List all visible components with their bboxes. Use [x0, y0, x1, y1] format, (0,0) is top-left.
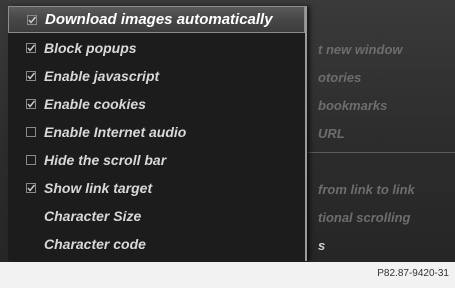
checkbox-checked-icon: [24, 98, 38, 109]
checkbox-checked-icon: [25, 14, 39, 25]
menu-item-label: Hide the scroll bar: [44, 151, 167, 168]
checkbox-checked-icon: [24, 42, 38, 53]
figure-caption: P82.87-9420-31: [377, 268, 449, 279]
menu-item-label: Download images automatically: [45, 11, 273, 28]
menu-item[interactable]: Block popups: [8, 34, 305, 61]
background-menu-item: s: [318, 238, 326, 253]
checkbox-unchecked-icon: [24, 126, 38, 137]
menu-item[interactable]: Show link target: [8, 174, 305, 201]
browser-options-menu: Download images automatically Block popup…: [8, 6, 307, 261]
menu-item[interactable]: Download images automatically: [8, 6, 305, 33]
menu-item[interactable]: Enable javascript: [8, 62, 305, 89]
menu-item-label: Enable cookies: [44, 95, 146, 112]
menu-item-label: Enable javascript: [44, 67, 160, 84]
menu-item[interactable]: Character code: [8, 230, 305, 257]
menu-item[interactable]: Enable Internet audio: [8, 118, 305, 145]
background-menu-item: t new window: [318, 42, 403, 57]
background-menu-item: from link to link: [318, 182, 415, 197]
background-menu-item: tional scrolling: [318, 210, 411, 225]
background-menu-item: bookmarks: [318, 98, 388, 113]
menu-item-label: Character Size: [44, 207, 142, 224]
display-screen: t new window otories bookmarks URL from …: [0, 0, 455, 262]
background-menu-item: otories: [318, 70, 362, 85]
checkbox-checked-icon: [24, 182, 38, 193]
background-menu-item: URL: [318, 126, 345, 141]
menu-item-label: Block popups: [44, 39, 137, 56]
background-menu: t new window otories bookmarks URL from …: [308, 0, 455, 262]
menu-item-label: Character code: [44, 235, 146, 252]
checkbox-checked-icon: [24, 70, 38, 81]
menu-item[interactable]: Enable cookies: [8, 90, 305, 117]
menu-item[interactable]: Hide the scroll bar: [8, 146, 305, 173]
menu-item-label: Enable Internet audio: [44, 123, 187, 140]
menu-item-label: Show link target: [44, 179, 153, 196]
checkbox-unchecked-icon: [24, 154, 38, 165]
menu-item[interactable]: Character Size: [8, 202, 305, 229]
background-divider: [308, 152, 455, 153]
